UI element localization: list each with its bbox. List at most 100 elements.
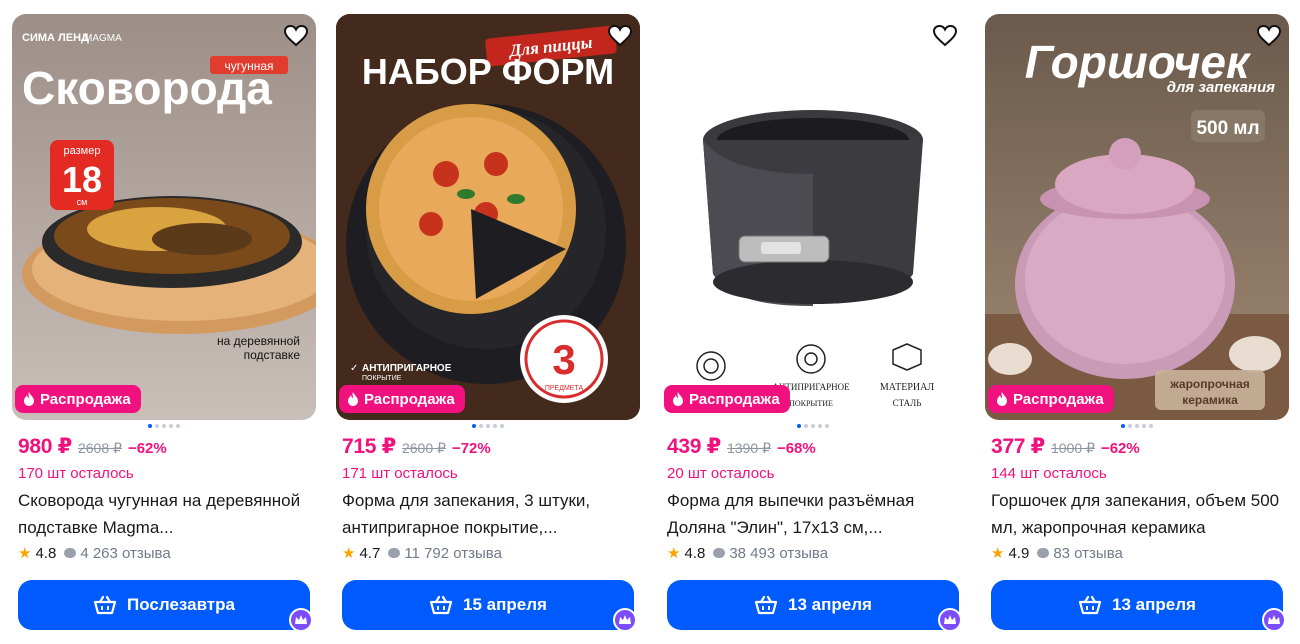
image-sub: для запекания bbox=[1167, 79, 1275, 96]
feature-sub: ПОКРЫТИЕ bbox=[362, 375, 402, 382]
delivery-date: 15 апреля bbox=[463, 595, 547, 614]
volume-label: 500 мл bbox=[1196, 118, 1259, 139]
favorite-heart-icon[interactable] bbox=[1255, 22, 1283, 50]
discount-percent: −72% bbox=[451, 440, 491, 457]
premium-crown-icon bbox=[289, 608, 313, 632]
brand-logo-2: MAGMA bbox=[84, 33, 122, 44]
add-to-cart-button[interactable]: 13 апреля bbox=[667, 580, 959, 630]
fire-icon bbox=[997, 392, 1007, 406]
material-label-2: керамика bbox=[1182, 393, 1238, 407]
product-title[interactable]: Форма для выпечки разъёмная Доляна "Элин… bbox=[667, 487, 963, 541]
premium-crown-icon bbox=[1262, 608, 1286, 632]
product-image[interactable]: Горшочек для запекания 500 мл жаропрочна… bbox=[985, 14, 1289, 420]
icon-sub: СТАЛЬ bbox=[893, 398, 922, 408]
size-value: 18 bbox=[62, 159, 102, 200]
product-title[interactable]: Форма для запекания, 3 штуки, антипригар… bbox=[342, 487, 638, 541]
premium-crown-icon bbox=[613, 608, 637, 632]
star-icon: ★ bbox=[18, 545, 32, 562]
comment-icon bbox=[713, 548, 726, 558]
rating-value: 4.9 bbox=[1008, 544, 1030, 562]
favorite-heart-icon[interactable] bbox=[606, 22, 634, 50]
image-headline: Сковорода bbox=[22, 62, 272, 114]
discount-percent: −62% bbox=[1100, 440, 1140, 457]
rating-value: 4.8 bbox=[684, 544, 706, 562]
old-price: 2608 ₽ bbox=[77, 440, 122, 456]
image-pagination bbox=[985, 424, 1289, 428]
favorite-heart-icon[interactable] bbox=[931, 22, 959, 50]
star-icon: ★ bbox=[667, 545, 681, 562]
current-price: 439 ₽ bbox=[667, 435, 721, 458]
sale-badge: Распродажа bbox=[988, 385, 1114, 413]
count-value: 3 bbox=[552, 336, 575, 383]
delivery-date: 13 апреля bbox=[1112, 595, 1196, 614]
size-label: размер bbox=[64, 145, 101, 157]
material-label-1: жаропрочная bbox=[1169, 377, 1250, 391]
image-caption: на деревянной подставке bbox=[216, 334, 300, 362]
old-price: 1000 ₽ bbox=[1050, 440, 1095, 456]
size-unit: см bbox=[77, 197, 88, 207]
price-row: 377 ₽ 1000 ₽ −62% bbox=[991, 434, 1140, 459]
product-image[interactable]: 18x18 АНТИПРИГАРНОЕ ПОКРЫТИЕ МАТЕРИАЛ СТ… bbox=[661, 14, 965, 420]
icon-sub: ПОКРЫТИЕ bbox=[789, 399, 833, 408]
sale-badge-label: Распродажа bbox=[1013, 390, 1104, 408]
price-row: 715 ₽ 2600 ₽ −72% bbox=[342, 434, 491, 459]
svg-text:✓: ✓ bbox=[350, 363, 358, 374]
current-price: 377 ₽ bbox=[991, 435, 1045, 458]
basket-icon bbox=[754, 595, 778, 615]
basket-icon bbox=[429, 595, 453, 615]
add-to-cart-button[interactable]: Послезавтра bbox=[18, 580, 310, 630]
rating-row: ★ 4.8 4 263 отзыва bbox=[18, 544, 171, 563]
rating-row: ★ 4.7 11 792 отзыва bbox=[342, 544, 502, 563]
stock-remaining: 20 шт осталось bbox=[667, 465, 775, 482]
star-icon: ★ bbox=[342, 545, 356, 562]
sale-badge-label: Распродажа bbox=[364, 390, 455, 408]
sale-badge: Распродажа bbox=[664, 385, 790, 413]
basket-icon bbox=[93, 595, 117, 615]
fire-icon bbox=[348, 392, 358, 406]
fire-icon bbox=[24, 392, 34, 406]
sale-badge-label: Распродажа bbox=[689, 390, 780, 408]
rating-value: 4.7 bbox=[359, 544, 381, 562]
comment-icon bbox=[388, 548, 401, 558]
price-row: 439 ₽ 1390 ₽ −68% bbox=[667, 434, 816, 459]
reviews-count[interactable]: 83 отзыва bbox=[1053, 545, 1123, 562]
product-grid: СИМА ЛЕНД MAGMA чугунная Сковорода разме… bbox=[12, 14, 1292, 638]
reviews-count[interactable]: 4 263 отзыва bbox=[80, 545, 170, 562]
fire-icon bbox=[673, 392, 683, 406]
discount-percent: −62% bbox=[127, 440, 167, 457]
delivery-date: 13 апреля bbox=[788, 595, 872, 614]
product-image[interactable]: 3 ПРЕДМЕТА Для пиццы НАБОР ФОРМ ✓ АНТИПР… bbox=[336, 14, 640, 420]
reviews-count[interactable]: 11 792 отзыва bbox=[404, 545, 502, 562]
delivery-date: Послезавтра bbox=[127, 595, 235, 614]
old-price: 2600 ₽ bbox=[401, 440, 446, 456]
basket-icon bbox=[1078, 595, 1102, 615]
stock-remaining: 171 шт осталось bbox=[342, 465, 458, 482]
product-card[interactable]: СИМА ЛЕНД MAGMA чугунная Сковорода разме… bbox=[12, 14, 316, 638]
favorite-heart-icon[interactable] bbox=[282, 22, 310, 50]
brand-logo: СИМА ЛЕНД bbox=[22, 32, 89, 44]
add-to-cart-button[interactable]: 13 апреля bbox=[991, 580, 1283, 630]
image-pagination bbox=[661, 424, 965, 428]
product-card[interactable]: Горшочек для запекания 500 мл жаропрочна… bbox=[985, 14, 1289, 638]
stock-remaining: 144 шт осталось bbox=[991, 465, 1107, 482]
icon-label: МАТЕРИАЛ bbox=[880, 382, 934, 393]
add-to-cart-button[interactable]: 15 апреля bbox=[342, 580, 634, 630]
discount-percent: −68% bbox=[776, 440, 816, 457]
current-price: 715 ₽ bbox=[342, 435, 396, 458]
product-title[interactable]: Горшочек для запекания, объем 500 мл, жа… bbox=[991, 487, 1287, 541]
sale-badge: Распродажа bbox=[15, 385, 141, 413]
rating-value: 4.8 bbox=[35, 544, 57, 562]
reviews-count[interactable]: 38 493 отзыва bbox=[729, 545, 828, 562]
sale-badge-label: Распродажа bbox=[40, 390, 131, 408]
price-row: 980 ₽ 2608 ₽ −62% bbox=[18, 434, 167, 459]
rating-row: ★ 4.8 38 493 отзыва bbox=[667, 544, 828, 563]
product-image[interactable]: СИМА ЛЕНД MAGMA чугунная Сковорода разме… bbox=[12, 14, 316, 420]
old-price: 1390 ₽ bbox=[726, 440, 771, 456]
product-card[interactable]: 18x18 АНТИПРИГАРНОЕ ПОКРЫТИЕ МАТЕРИАЛ СТ… bbox=[661, 14, 965, 638]
product-title[interactable]: Сковорода чугунная на деревянной подстав… bbox=[18, 487, 314, 541]
premium-crown-icon bbox=[938, 608, 962, 632]
stock-remaining: 170 шт осталось bbox=[18, 465, 134, 482]
sale-badge: Распродажа bbox=[339, 385, 465, 413]
feature-label: АНТИПРИГАРНОЕ bbox=[362, 363, 452, 374]
product-card[interactable]: 3 ПРЕДМЕТА Для пиццы НАБОР ФОРМ ✓ АНТИПР… bbox=[336, 14, 640, 638]
